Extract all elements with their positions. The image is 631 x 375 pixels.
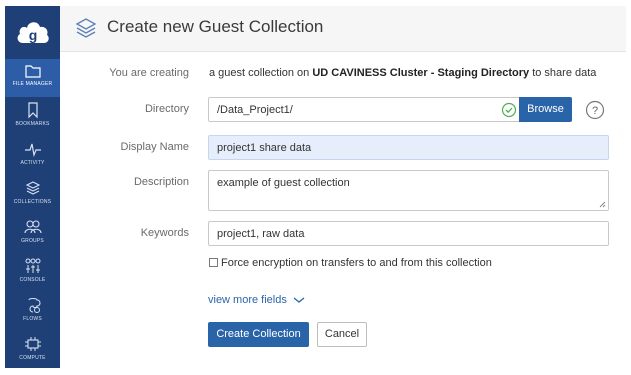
- encryption-checkbox[interactable]: [209, 258, 218, 267]
- directory-input[interactable]: /Data_Project1/: [208, 97, 500, 122]
- activity-icon: [24, 143, 41, 158]
- display-name-label: Display Name: [120, 141, 189, 153]
- sidebar-item-label: ACTIVITY: [20, 160, 45, 166]
- sidebar: g FILE MANAGER BOOKMARKS ACTIVITY COLLEC…: [5, 6, 60, 368]
- help-icon[interactable]: ?: [585, 100, 605, 120]
- sidebar-item-compute[interactable]: COMPUTE: [5, 331, 60, 369]
- globus-logo-icon[interactable]: g: [14, 16, 51, 50]
- creating-description: a guest collection on UD CAVINESS Cluste…: [209, 67, 596, 79]
- description-textarea[interactable]: example of guest collection: [208, 170, 609, 211]
- collections-icon: [75, 18, 97, 38]
- sidebar-item-label: FILE MANAGER: [12, 81, 53, 87]
- sidebar-item-bookmarks[interactable]: BOOKMARKS: [5, 97, 60, 135]
- sidebar-item-label: COMPUTE: [19, 355, 46, 361]
- page-title: Create new Guest Collection: [107, 17, 324, 36]
- sidebar-item-label: CONSOLE: [19, 277, 46, 283]
- cancel-button[interactable]: Cancel: [317, 322, 367, 347]
- check-circle-icon: [501, 102, 517, 118]
- sidebar-item-label: BOOKMARKS: [15, 121, 50, 127]
- directory-label: Directory: [144, 103, 189, 115]
- folder-icon: [24, 65, 41, 78]
- sidebar-item-groups[interactable]: GROUPS: [5, 214, 60, 252]
- sidebar-item-label: GROUPS: [21, 238, 44, 244]
- compute-icon: [24, 337, 41, 351]
- sidebar-item-collections[interactable]: COLLECTIONS: [5, 175, 60, 213]
- sidebar-item-file-manager[interactable]: FILE MANAGER: [5, 59, 60, 97]
- creating-suffix: to share data: [529, 67, 597, 79]
- keywords-input[interactable]: project1, raw data: [208, 221, 609, 246]
- svg-text:g: g: [29, 27, 38, 43]
- browse-button[interactable]: Browse: [519, 97, 572, 122]
- resize-grip-icon[interactable]: [599, 201, 606, 208]
- groups-icon: [23, 220, 42, 234]
- collections-icon: [25, 181, 40, 195]
- flows-icon: [27, 297, 41, 313]
- display-name-input[interactable]: project1 share data: [208, 135, 609, 160]
- bookmark-icon: [27, 102, 38, 119]
- sidebar-item-label: FLOWS: [23, 316, 42, 322]
- view-more-fields-link[interactable]: view more fields: [208, 294, 287, 306]
- console-icon: [25, 258, 40, 273]
- creating-label: You are creating: [109, 67, 189, 79]
- sidebar-item-activity[interactable]: ACTIVITY: [5, 136, 60, 174]
- svg-text:?: ?: [592, 105, 598, 117]
- sidebar-item-label: COLLECTIONS: [13, 199, 52, 205]
- page-header: Create new Guest Collection: [60, 6, 626, 52]
- create-collection-button[interactable]: Create Collection: [208, 322, 309, 347]
- sidebar-item-flows[interactable]: FLOWS: [5, 292, 60, 330]
- directory-status: [499, 97, 520, 122]
- endpoint-name: UD CAVINESS Cluster - Staging Directory: [312, 67, 530, 79]
- creating-prefix: a guest collection on: [209, 67, 313, 79]
- encryption-label[interactable]: Force encryption on transfers to and fro…: [221, 257, 492, 269]
- description-text: example of guest collection: [217, 177, 350, 189]
- keywords-label: Keywords: [140, 227, 189, 239]
- description-label: Description: [133, 176, 189, 188]
- chevron-down-icon[interactable]: [293, 296, 305, 304]
- sidebar-item-console[interactable]: CONSOLE: [5, 253, 60, 291]
